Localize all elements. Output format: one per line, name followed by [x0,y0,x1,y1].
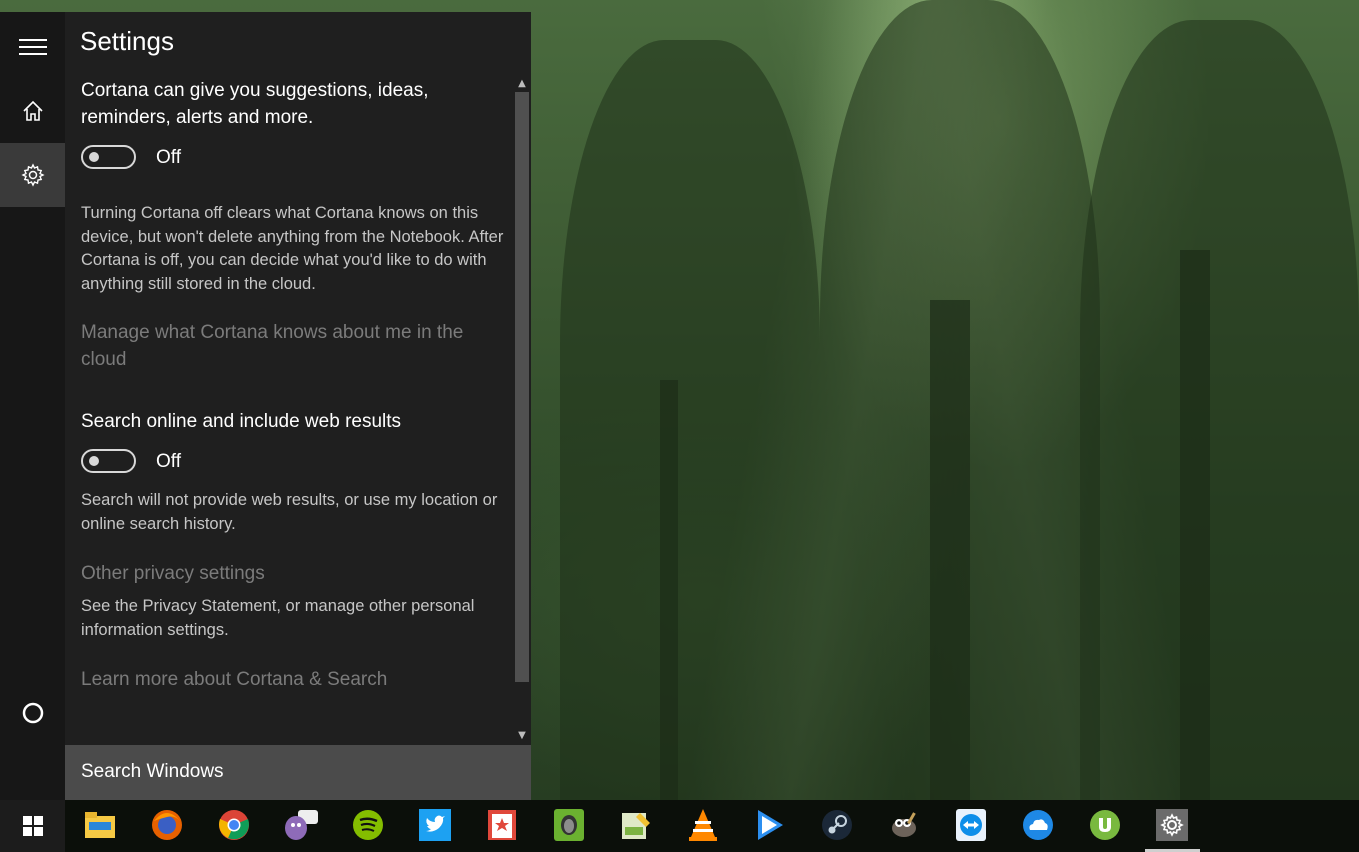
hamburger-menu-button[interactable] [0,15,65,79]
toggle-knob [89,152,99,162]
page-title: Settings [80,26,174,56]
vlc-icon[interactable] [686,808,720,842]
twitter-icon[interactable] [418,808,452,842]
hamburger-menu-icon [18,39,47,55]
toggle-knob [89,456,99,466]
chrome-icon[interactable] [217,808,251,842]
settings-nav-button[interactable] [0,143,65,207]
settings-content: Settings Cortana can give you suggestion… [65,12,531,745]
settings-gear-icon [20,163,45,187]
web-results-toggle-label: Off [156,451,181,472]
spotify-icon[interactable] [351,808,385,842]
home-button[interactable] [0,79,65,143]
cortana-circle-icon [22,702,43,724]
web-results-heading: Search online and include web results [81,411,402,432]
scroll-down-arrow-icon[interactable]: ▼ [514,729,530,743]
taskbar [0,800,1359,852]
web-results-toggle[interactable] [81,449,136,473]
learn-more-link[interactable]: Learn more about Cortana & Search [81,666,501,693]
pidgin-icon[interactable] [284,808,318,842]
bookmark-app-icon[interactable] [485,808,519,842]
utorrent-icon[interactable] [1088,808,1122,842]
teamviewer-icon[interactable] [954,808,988,842]
file-explorer-icon[interactable] [83,808,117,842]
cortana-setting-heading: Cortana can give you suggestions, ideas,… [81,80,429,128]
search-windows-box[interactable]: Search Windows [65,745,531,800]
cortana-toggle-label: Off [156,147,181,168]
cortana-button[interactable] [0,681,65,745]
media-player-icon[interactable] [753,808,787,842]
home-icon [22,100,43,121]
cortana-toggle[interactable] [81,145,136,169]
evernote-icon[interactable] [552,808,586,842]
start-button[interactable] [0,800,65,852]
settings-icon[interactable] [1155,808,1189,842]
cortana-panel: Settings Cortana can give you suggestion… [0,12,531,800]
manage-cortana-link[interactable]: Manage what Cortana knows about me in th… [81,319,501,373]
windows-logo-icon [22,816,43,836]
privacy-description: See the Privacy Statement, or manage oth… [81,597,475,639]
cortana-description: Turning Cortana off clears what Cortana … [81,204,504,293]
other-privacy-settings-link[interactable]: Other privacy settings [81,560,501,587]
scrollbar-thumb[interactable] [515,92,529,682]
steam-icon[interactable] [820,808,854,842]
notepad-icon[interactable] [619,808,653,842]
gimp-icon[interactable] [887,808,921,842]
firefox-icon[interactable] [150,808,184,842]
cortana-nav-rail [0,12,65,800]
web-results-description: Search will not provide web results, or … [81,491,498,533]
cloud-icon[interactable] [1021,808,1055,842]
search-box-placeholder: Search Windows [81,761,224,782]
scroll-up-arrow-icon[interactable]: ▲ [514,77,530,91]
